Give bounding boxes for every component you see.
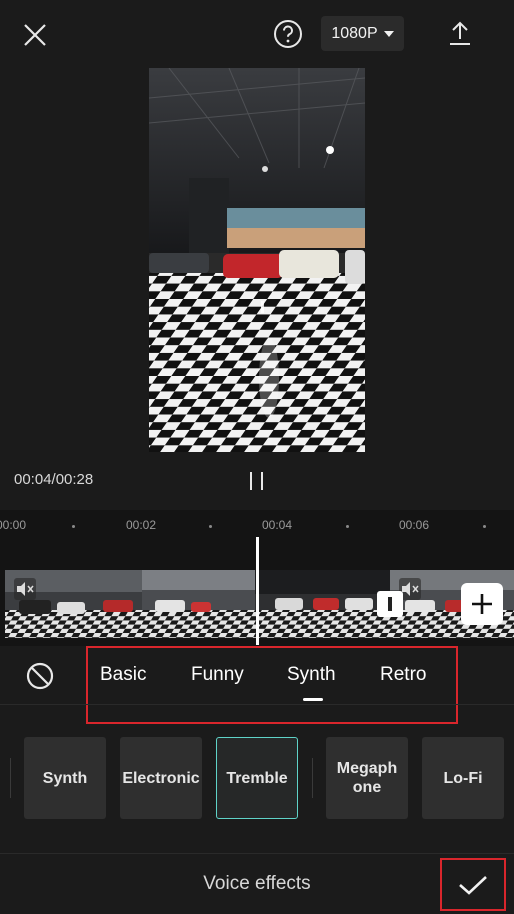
tick-label: 00:06 [399, 518, 430, 532]
help-button[interactable] [272, 18, 304, 50]
tick-dot [483, 525, 486, 528]
effect-label: Electronic [122, 769, 200, 787]
speaker-muted-icon[interactable] [14, 578, 36, 600]
speaker-muted-glyph [17, 582, 34, 596]
tick-dot [346, 525, 349, 528]
tick-dot [72, 525, 75, 528]
checkmark-icon [459, 875, 487, 895]
effect-tile-electronic[interactable]: Electronic [120, 737, 202, 819]
divider [312, 758, 313, 798]
playback-time: 00:04/00:28 [14, 471, 94, 488]
effect-tile-lo-fi[interactable]: Lo-Fi [422, 737, 504, 819]
export-button[interactable] [444, 18, 476, 50]
export-icon [450, 21, 470, 45]
tick-dot [209, 525, 212, 528]
tick-label: 00:00 [0, 518, 27, 532]
effect-tile-tremble[interactable]: Tremble [216, 737, 298, 819]
transition-button[interactable] [377, 591, 403, 617]
pause-button[interactable] [246, 470, 268, 492]
effect-tile-megaphone[interactable]: Megaph one [326, 737, 408, 819]
resolution-dropdown[interactable]: 1080P [321, 16, 404, 51]
confirm-button[interactable] [440, 858, 506, 911]
playhead[interactable] [256, 537, 259, 645]
divider [0, 704, 514, 705]
effect-label: Megaph one [336, 760, 398, 796]
help-icon [274, 20, 302, 48]
close-icon [24, 24, 46, 46]
transition-icon [388, 597, 392, 611]
video-frame-image [149, 68, 365, 452]
tab-highlight-box [86, 646, 458, 724]
tick-label: 00:02 [126, 518, 157, 532]
effect-label: Tremble [226, 769, 288, 787]
effect-label: Synth [42, 769, 88, 787]
pause-icon [250, 472, 263, 490]
video-clip-track[interactable] [5, 570, 514, 638]
add-clip-button[interactable] [461, 583, 503, 625]
divider [0, 853, 514, 854]
divider [10, 758, 11, 798]
effect-label: Lo-Fi [443, 769, 483, 787]
caret-down-icon [383, 30, 394, 37]
effect-tile-synth[interactable]: Synth [24, 737, 106, 819]
none-icon [26, 662, 54, 690]
clip-thumbnails [5, 570, 514, 638]
tick-label: 00:04 [262, 518, 293, 532]
no-effect-button[interactable] [24, 660, 56, 692]
resolution-label: 1080P [331, 24, 378, 42]
close-button[interactable] [20, 20, 50, 50]
plus-icon [472, 594, 492, 614]
video-preview[interactable] [149, 68, 365, 452]
panel-title: Voice effects [203, 873, 311, 894]
